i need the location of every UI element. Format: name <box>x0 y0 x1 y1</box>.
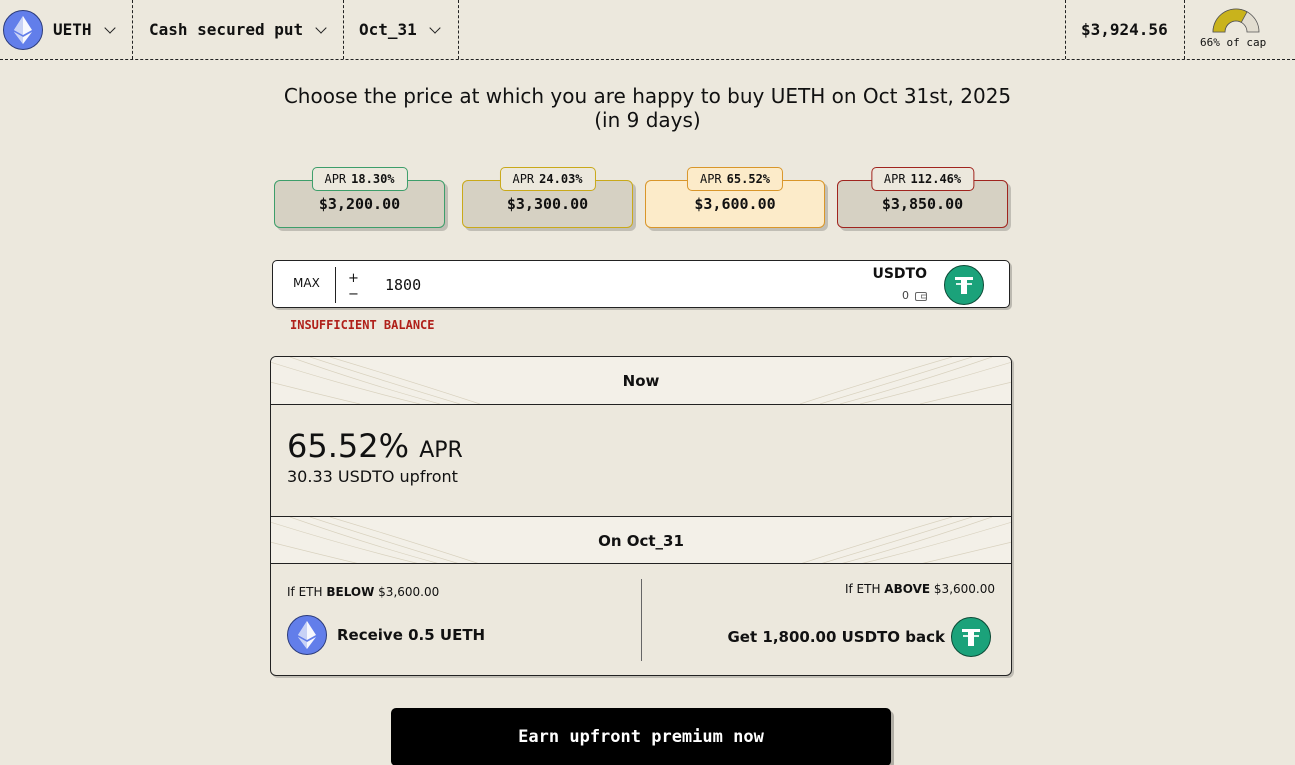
asset-label: UETH <box>53 20 92 39</box>
apr-tag-label: APR <box>883 172 906 186</box>
expiry-header-label: On Oct_31 <box>598 531 684 550</box>
apr-tag-label: APR <box>324 172 347 186</box>
apr-tag-label: APR <box>512 172 535 186</box>
strike-price: $3,200.00 <box>318 195 401 213</box>
apr-tag-value: 65.52% <box>726 172 771 186</box>
strike-price: $3,600.00 <box>694 195 776 213</box>
apr-summary-value: 65.52% <box>287 427 410 465</box>
strike-price: $3,300.00 <box>506 195 589 213</box>
apr-summary-unit: APR <box>419 438 463 463</box>
strike-card[interactable]: APR 112.46% $3,850.00 <box>837 167 1008 228</box>
title-line-1: Choose the price at which you are happy … <box>283 84 1012 108</box>
strike-card[interactable]: APR 18.30% $3,200.00 <box>274 167 445 228</box>
above-outcome: Get 1,800.00 USDTO back <box>727 617 991 657</box>
decrement-button[interactable]: − <box>348 287 359 302</box>
eth-logo-icon <box>3 9 43 50</box>
earn-premium-button[interactable]: Earn upfront premium now <box>391 708 891 765</box>
divider <box>641 579 642 661</box>
strategy-label: Cash secured put <box>149 20 304 39</box>
cap-gauge: 66% of cap <box>1186 0 1295 59</box>
upfront-premium: 30.33 USDTO upfront <box>287 467 458 486</box>
apr-tag-value: 24.03% <box>539 172 583 186</box>
below-condition: If ETH BELOW $3,600.00 <box>287 585 439 599</box>
divider <box>1065 0 1066 59</box>
chevron-down-icon <box>103 21 116 34</box>
gauge-icon <box>1212 8 1260 33</box>
apr-tag-value: 112.46% <box>910 172 962 186</box>
apr-tag: APR 65.52% <box>686 167 784 191</box>
divider <box>132 0 133 59</box>
apr-tag-value: 18.30% <box>351 172 395 186</box>
title-line-2: (in 9 days) <box>594 108 701 132</box>
cap-label: 66% of cap <box>1200 36 1267 49</box>
spot-price: $3,924.56 <box>1081 20 1168 39</box>
summary-panel: Now 65.52% APR 30.33 USDTO upfront On Oc… <box>270 356 1012 676</box>
expiry-selector[interactable]: Oct_31 <box>359 0 441 59</box>
page-title: Choose the price at which you are happy … <box>0 84 1295 132</box>
eth-logo-icon <box>287 615 327 655</box>
below-prefix: If ETH <box>287 585 323 599</box>
apr-tag: APR 24.03% <box>499 167 596 191</box>
apr-tag: APR 112.46% <box>870 167 975 191</box>
below-word: BELOW <box>326 585 375 599</box>
strike-price: $3,850.00 <box>881 195 964 213</box>
now-header-label: Now <box>622 371 660 390</box>
divider <box>343 0 344 59</box>
apr-summary: 65.52% APR <box>287 427 463 465</box>
divider <box>335 267 336 303</box>
chevron-down-icon <box>315 21 327 34</box>
above-price: $3,600.00 <box>933 582 995 596</box>
above-prefix: If ETH <box>844 582 881 596</box>
balance-value: 0 <box>902 289 909 302</box>
divider <box>458 0 459 59</box>
below-outcome-text: Receive 0.5 UETH <box>337 626 486 644</box>
max-button[interactable]: MAX <box>293 276 320 290</box>
increment-button[interactable]: + <box>348 271 359 286</box>
insufficient-balance-error: INSUFFICIENT BALANCE <box>290 318 435 332</box>
above-condition: If ETH ABOVE $3,600.00 <box>845 582 995 596</box>
expiry-label: Oct_31 <box>359 20 417 39</box>
above-word: ABOVE <box>884 582 931 596</box>
below-outcome: Receive 0.5 UETH <box>287 615 485 655</box>
divider <box>271 563 1011 564</box>
strike-card-selected[interactable]: APR 65.52% $3,600.00 <box>645 167 825 228</box>
wallet-icon <box>915 291 927 301</box>
chevron-down-icon <box>429 21 441 34</box>
asset-selector[interactable]: UETH <box>3 0 116 59</box>
above-outcome-text: Get 1,800.00 USDTO back <box>727 628 946 646</box>
token-label: USDTO <box>872 266 927 282</box>
amount-input-box: MAX + − USDTO 0 <box>272 260 1010 308</box>
expiry-header: On Oct_31 <box>271 517 1011 564</box>
balance-display: 0 <box>902 289 927 302</box>
amount-input[interactable] <box>385 273 785 297</box>
top-bar: UETH Cash secured put Oct_31 $3,924.56 6… <box>0 0 1295 60</box>
divider <box>1184 0 1185 59</box>
below-price: $3,600.00 <box>378 585 440 599</box>
divider <box>271 404 1011 405</box>
apr-tag-label: APR <box>699 172 722 186</box>
strategy-selector[interactable]: Cash secured put <box>149 0 327 59</box>
apr-tag: APR 18.30% <box>311 167 408 191</box>
usdt-logo-icon <box>951 617 991 657</box>
usdt-logo-icon <box>944 265 984 305</box>
now-header: Now <box>271 357 1011 404</box>
strike-card[interactable]: APR 24.03% $3,300.00 <box>462 167 633 228</box>
